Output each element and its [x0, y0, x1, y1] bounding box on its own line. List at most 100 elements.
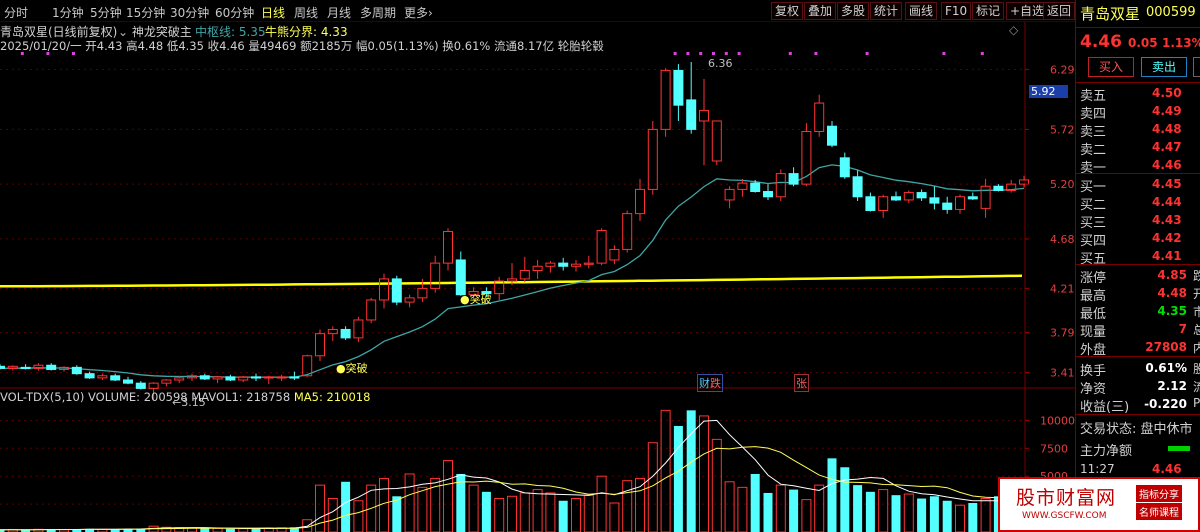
candle[interactable]	[571, 259, 581, 272]
tab-1min[interactable]: 1分钟	[52, 4, 84, 21]
sell-button[interactable]: 卖出	[1141, 57, 1187, 77]
candle[interactable]	[135, 381, 146, 390]
caibao-tag[interactable]: 财跌	[697, 374, 723, 392]
candle[interactable]	[366, 297, 377, 324]
candle[interactable]	[891, 191, 901, 201]
candle[interactable]	[455, 251, 466, 296]
mark-button[interactable]: 标记	[972, 2, 1005, 20]
overlay-button[interactable]: 叠加	[804, 2, 837, 20]
candle[interactable]	[699, 78, 709, 166]
chevron-down-icon[interactable]: ⌄	[118, 25, 128, 39]
candle[interactable]	[84, 371, 95, 379]
candle[interactable]	[775, 169, 786, 201]
candle[interactable]	[635, 178, 645, 221]
tab-weekly[interactable]: 周线	[294, 4, 318, 21]
candle[interactable]	[97, 373, 108, 380]
candle[interactable]	[724, 186, 735, 209]
candle[interactable]	[814, 94, 825, 137]
candle[interactable]	[123, 376, 133, 385]
candle[interactable]	[980, 178, 991, 218]
candle[interactable]	[238, 375, 249, 383]
draw-line-button[interactable]: 画线	[905, 2, 938, 20]
tab-60min[interactable]: 60分钟	[215, 4, 254, 21]
tab-fenshi[interactable]: 分时	[4, 4, 28, 21]
candle[interactable]	[20, 364, 31, 370]
candle[interactable]	[0, 364, 5, 370]
tab-more[interactable]: 更多›	[404, 4, 433, 21]
tab-multi-period[interactable]: 多周期	[360, 4, 396, 21]
candle[interactable]	[340, 326, 351, 340]
candle[interactable]	[878, 194, 889, 218]
candle[interactable]	[443, 228, 453, 271]
volume-bar	[903, 493, 914, 532]
candle[interactable]	[1006, 179, 1017, 193]
candle[interactable]	[315, 329, 325, 362]
back-button[interactable]: 返回	[1043, 2, 1076, 20]
add-favorite-button[interactable]: +自选	[1006, 2, 1049, 20]
candle[interactable]	[1019, 175, 1029, 188]
zhang-tag[interactable]: 张	[794, 374, 809, 392]
candle[interactable]	[532, 259, 543, 279]
candle[interactable]	[430, 255, 441, 293]
candle[interactable]	[404, 294, 415, 308]
kline-chart[interactable]: 6.295.725.204.684.213.793.41100007500500…	[0, 22, 1075, 532]
candle[interactable]	[276, 374, 287, 382]
candle[interactable]	[391, 275, 402, 306]
candle[interactable]	[788, 167, 799, 187]
candle[interactable]	[839, 152, 850, 179]
stats-button[interactable]: 统计	[870, 2, 903, 20]
candle[interactable]	[763, 184, 773, 200]
candle[interactable]	[711, 120, 722, 166]
candle[interactable]	[609, 245, 620, 265]
candle[interactable]	[251, 373, 261, 382]
candle[interactable]	[379, 273, 389, 309]
candle[interactable]	[647, 120, 658, 195]
tab-monthly[interactable]: 月线	[327, 4, 351, 21]
candle[interactable]	[865, 192, 876, 212]
f10-button[interactable]: F10	[941, 2, 972, 20]
candle[interactable]	[673, 64, 684, 121]
candle[interactable]	[558, 257, 569, 271]
candle[interactable]	[596, 228, 607, 266]
candle[interactable]	[929, 186, 940, 210]
candle[interactable]	[33, 363, 44, 371]
diamond-icon[interactable]: ◇	[1009, 23, 1018, 37]
tab-5min[interactable]: 5分钟	[90, 4, 122, 21]
candle[interactable]	[110, 373, 121, 382]
candle[interactable]	[327, 326, 338, 342]
candle[interactable]	[161, 378, 172, 387]
candle[interactable]	[353, 316, 364, 343]
candle[interactable]	[852, 170, 863, 201]
candle[interactable]	[622, 210, 633, 253]
fuquan-button[interactable]: 复权	[771, 2, 804, 20]
candle[interactable]	[545, 261, 556, 273]
candle[interactable]	[916, 189, 927, 201]
candle[interactable]	[71, 365, 82, 375]
candle[interactable]	[212, 375, 223, 384]
multi-stock-button[interactable]: 多股	[837, 2, 870, 20]
candle[interactable]	[942, 196, 953, 214]
tab-30min[interactable]: 30分钟	[170, 4, 209, 21]
more-button[interactable]	[1193, 57, 1200, 77]
candle[interactable]	[903, 190, 914, 204]
candle[interactable]	[955, 194, 965, 214]
candle[interactable]	[199, 373, 210, 380]
tab-15min[interactable]: 15分钟	[126, 4, 165, 21]
candle[interactable]	[46, 363, 57, 371]
candle[interactable]	[583, 255, 594, 269]
candle[interactable]	[993, 184, 1004, 192]
candle[interactable]	[737, 178, 748, 197]
buy-button[interactable]: 买入	[1088, 57, 1134, 77]
candle[interactable]	[263, 375, 274, 385]
candle[interactable]	[225, 374, 236, 382]
tab-daily[interactable]: 日线	[261, 4, 285, 21]
candle[interactable]	[967, 192, 978, 200]
candle[interactable]	[289, 371, 300, 380]
candle[interactable]	[59, 366, 69, 372]
candle[interactable]	[827, 120, 837, 148]
candle[interactable]	[660, 68, 671, 137]
candle[interactable]	[686, 62, 697, 134]
chart-canvas[interactable]: 6.295.725.204.684.213.793.41100007500500…	[0, 22, 1075, 532]
candle[interactable]	[187, 373, 197, 382]
candle[interactable]	[519, 256, 530, 283]
